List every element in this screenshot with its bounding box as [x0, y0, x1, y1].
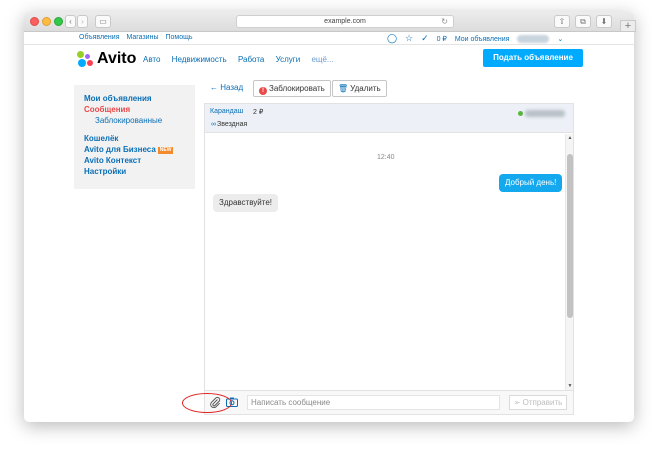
message-list: 12:40 Добрый день! Здравствуйте!: [205, 134, 565, 389]
outgoing-message: Добрый день!: [499, 174, 563, 192]
top-links: Объявления Магазины Помощь: [79, 34, 198, 41]
browser-titlebar: ‹ › ▭ example.com ↻ ⇧ ⧉ ⬇: [24, 12, 634, 32]
online-status-icon: [518, 111, 523, 116]
address-bar[interactable]: example.com ↻: [236, 15, 454, 28]
scroll-down-arrow-icon[interactable]: ▼: [566, 382, 574, 390]
share-icon[interactable]: ⇧: [554, 15, 570, 28]
sidebar-item-my-ads[interactable]: Мои объявления: [84, 93, 185, 104]
delete-button[interactable]: 🗑 Удалить: [332, 80, 387, 97]
item-title-link[interactable]: Карандаш: [210, 108, 243, 115]
chat-toolbar: ← Назад ! Заблокировать 🗑 Удалить: [210, 80, 590, 97]
category-services[interactable]: Услуги: [276, 55, 301, 64]
sidebar-toggle-icon[interactable]: ▭: [95, 15, 111, 28]
item-price: 2 ₽: [253, 109, 264, 116]
sidebar-item-blocked[interactable]: Заблокированные: [84, 115, 185, 127]
send-label: Отправить: [522, 398, 563, 407]
message-composer: ➢ Отправить: [205, 390, 573, 414]
infinity-icon: ∞: [211, 121, 216, 128]
block-icon: !: [259, 87, 267, 95]
incoming-message: Здравствуйте!: [213, 194, 279, 212]
account-sidebar: Мои объявления Сообщения Заблокированные…: [74, 85, 195, 189]
top-link-ads[interactable]: Объявления: [79, 34, 120, 41]
message-input[interactable]: [247, 395, 500, 410]
chat-scrollbar[interactable]: ▲ ▼: [565, 134, 573, 390]
back-link[interactable]: ← Назад: [210, 83, 243, 92]
site-top-bar: Объявления Магазины Помощь ◯ ☆ ✓ 0 ₽ Мои…: [24, 32, 634, 45]
logo-dot-purple: [85, 54, 90, 59]
send-button[interactable]: ➢ Отправить: [509, 395, 567, 410]
sidebar-business-label: Avito для Бизнеса: [84, 145, 156, 154]
chat-user-name: Звездная: [217, 121, 248, 128]
site-header: Avito Авто Недвижимость Работа Услуги ещ…: [24, 46, 634, 74]
sidebar-item-context[interactable]: Avito Контекст: [84, 155, 185, 166]
category-auto[interactable]: Авто: [143, 55, 160, 64]
block-button[interactable]: ! Заблокировать: [253, 80, 331, 97]
tabs-icon[interactable]: ⧉: [575, 15, 591, 28]
logo-dot-blue: [78, 59, 86, 67]
logo-text: Avito: [97, 50, 137, 67]
scroll-up-arrow-icon[interactable]: ▲: [566, 134, 574, 142]
scroll-thumb[interactable]: [567, 154, 573, 318]
back-arrow-icon[interactable]: ‹: [65, 15, 76, 28]
browser-window: ‹ › ▭ example.com ↻ ⇧ ⧉ ⬇ Объявления Маг…: [24, 12, 634, 422]
top-link-help[interactable]: Помощь: [165, 34, 192, 41]
logo-dot-red: [87, 60, 93, 66]
zoom-window-button[interactable]: [54, 17, 63, 26]
sidebar-item-business[interactable]: Avito для Бизнеса NEW: [84, 144, 185, 155]
category-realty[interactable]: Недвижимость: [172, 55, 227, 64]
interlocutor-name-blurred: [525, 110, 565, 117]
trash-icon: 🗑: [338, 84, 349, 93]
sidebar-item-wallet[interactable]: Кошелёк: [84, 133, 185, 144]
chat-header: Карандаш 2 ₽ ∞Звездная: [205, 104, 573, 133]
chat-user: ∞Звездная: [211, 121, 247, 128]
message-time: 12:40: [377, 154, 395, 161]
wallet-balance[interactable]: 0 ₽: [437, 35, 447, 43]
new-tab-button[interactable]: +: [620, 20, 636, 32]
my-ads-link[interactable]: Мои объявления: [455, 36, 510, 43]
highlight-annotation-ring: [182, 393, 232, 413]
chat-panel: Карандаш 2 ₽ ∞Звездная 12:40 Добрый день…: [204, 103, 574, 415]
username-blurred[interactable]: [517, 35, 550, 44]
minimize-window-button[interactable]: [42, 17, 51, 26]
block-label: Заблокировать: [269, 84, 325, 93]
category-nav: Авто Недвижимость Работа Услуги ещё...: [143, 55, 343, 64]
delete-label: Удалить: [350, 84, 381, 93]
favorites-star-icon[interactable]: ☆: [405, 33, 413, 44]
new-badge: NEW: [157, 147, 174, 154]
notifications-icon[interactable]: ✓: [421, 33, 429, 44]
category-jobs[interactable]: Работа: [238, 55, 264, 64]
reload-icon[interactable]: ↻: [441, 16, 448, 27]
messages-icon[interactable]: ◯: [387, 33, 397, 44]
top-right-area: ◯ ☆ ✓ 0 ₽ Мои объявления ⌄: [387, 33, 569, 44]
download-icon[interactable]: ⬇: [596, 15, 612, 28]
top-link-shops[interactable]: Магазины: [126, 34, 158, 41]
sidebar-item-messages[interactable]: Сообщения: [84, 104, 185, 115]
post-ad-button[interactable]: Подать объявление: [483, 49, 583, 67]
chevron-down-icon[interactable]: ⌄: [557, 35, 563, 43]
category-more[interactable]: ещё...: [311, 55, 333, 64]
send-arrow-icon: ➢: [513, 398, 523, 407]
address-url: example.com: [324, 18, 366, 25]
sidebar-item-settings[interactable]: Настройки: [84, 166, 185, 177]
logo-dot-green: [77, 51, 84, 58]
forward-arrow-icon[interactable]: ›: [77, 15, 88, 28]
close-window-button[interactable]: [30, 17, 39, 26]
